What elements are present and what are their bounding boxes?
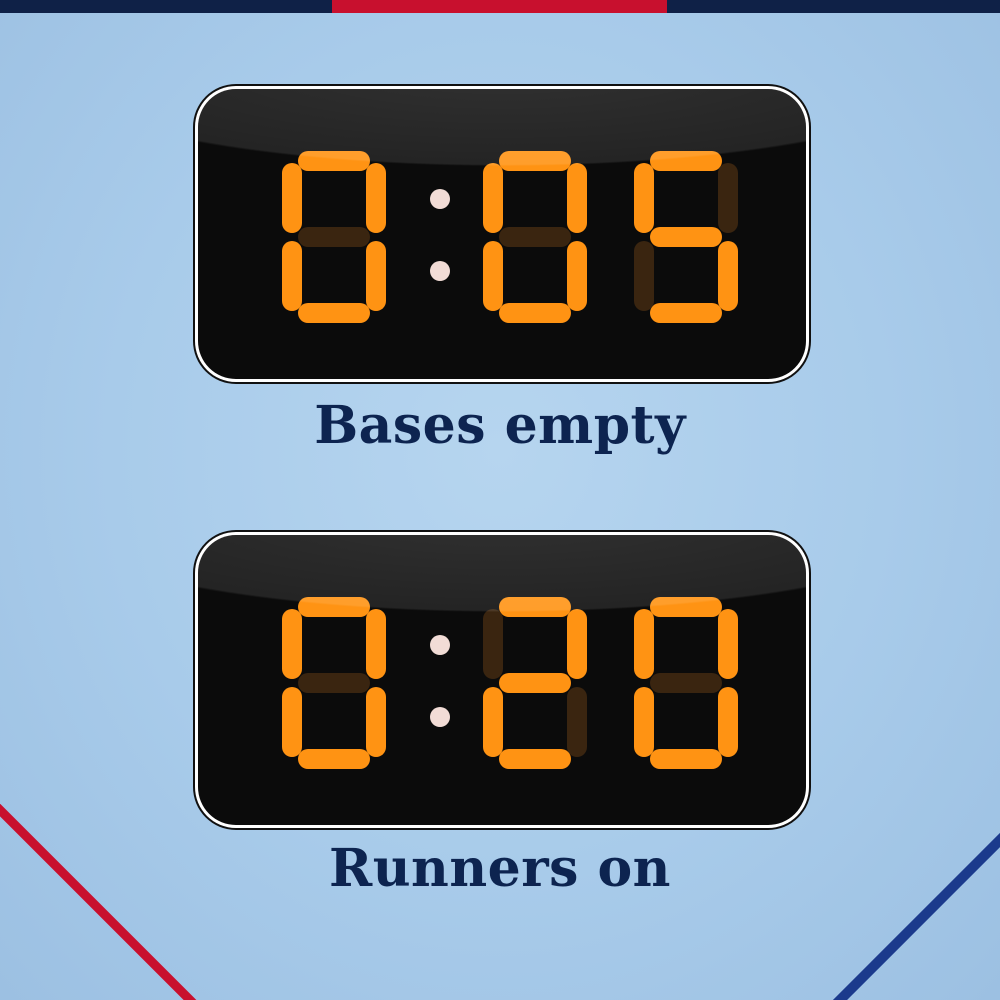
digit-2-segment-e-off [634,241,654,311]
digit-0-segment-b-on [366,163,386,233]
digit-0-segment-e-on [282,687,302,757]
digit-2-segment-f-on [634,163,654,233]
digit-2-segment-a-on [650,151,722,171]
digit-0-segment-a-on [298,597,370,617]
digit-2-segment-c-on [718,687,738,757]
digit-1-segment-g-on [499,673,571,693]
colon-dot-2 [430,707,450,727]
digit-1-segment-d-on [499,749,571,769]
colon-dot-2 [430,261,450,281]
digit-1-segment-e-on [483,241,503,311]
digit-2-segment-f-on [634,609,654,679]
digit-2-segment-d-on [650,303,722,323]
colon-dot-1 [430,635,450,655]
digit-1-segment-e-on [483,687,503,757]
digit-2-segment-g-on [650,227,722,247]
digit-0-segment-c-on [366,687,386,757]
digit-1-segment-a-on [499,597,571,617]
digit-2-segment-b-off [718,163,738,233]
digit-0-segment-a-on [298,151,370,171]
digit-0-segment-b-on [366,609,386,679]
digit-0-segment-d-on [298,749,370,769]
digit-1-segment-d-on [499,303,571,323]
digit-2-segment-e-on [634,687,654,757]
digit-0-segment-f-on [282,609,302,679]
label-bases-empty: Bases empty [314,395,686,456]
digit-2-segment-d-on [650,749,722,769]
digit-1-segment-f-on [483,163,503,233]
digit-0-segment-g-off [298,673,370,693]
clock-runners-on [198,535,806,825]
digit-2-segment-c-on [718,241,738,311]
digit-0-segment-d-on [298,303,370,323]
digit-1-segment-b-on [567,163,587,233]
digit-1-segment-a-on [499,151,571,171]
digit-0-segment-f-on [282,163,302,233]
digit-2-segment-g-off [650,673,722,693]
digit-0-segment-g-off [298,227,370,247]
label-runners-on: Runners on [329,838,671,899]
digit-1-segment-b-on [567,609,587,679]
digit-1-segment-f-off [483,609,503,679]
digit-1-segment-c-off [567,687,587,757]
digit-1-segment-g-off [499,227,571,247]
clock-digits-bases-empty [282,151,738,323]
digit-2-segment-b-on [718,609,738,679]
digit-0-segment-e-on [282,241,302,311]
digit-2-segment-a-on [650,597,722,617]
clock-bases-empty [198,89,806,379]
digit-0-segment-c-on [366,241,386,311]
clock-digits-runners-on [282,597,738,769]
colon-dot-1 [430,189,450,209]
left-red-stripe [0,803,197,1000]
digit-1-segment-c-on [567,241,587,311]
